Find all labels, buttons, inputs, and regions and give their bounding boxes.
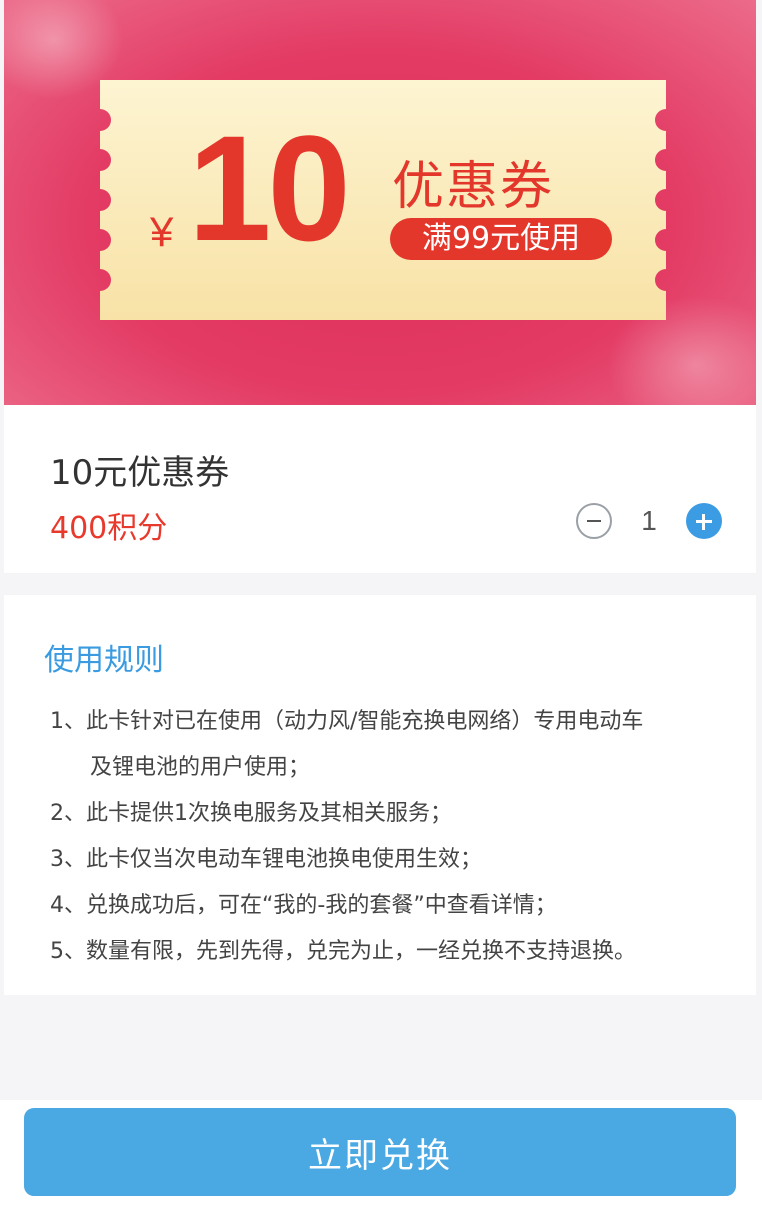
rule-text: 1、此卡针对已在使用（动力风/智能充换电网络）专用电动车 bbox=[50, 709, 644, 734]
product-name: 10元优惠券 bbox=[50, 453, 230, 493]
rule-text: 4、兑换成功后，可在“我的-我的套餐”中查看详情； bbox=[50, 893, 557, 918]
rules-title: 使用规则 bbox=[44, 643, 164, 678]
rule-item: 5、数量有限，先到先得，兑完为止，一经兑换不支持退换。 bbox=[50, 929, 730, 975]
minus-circle-icon[interactable] bbox=[576, 503, 612, 539]
redeem-button[interactable]: 立即兑换 bbox=[24, 1108, 736, 1196]
bottom-action-bar: 立即兑换 bbox=[0, 1100, 762, 1208]
rule-item: 2、此卡提供1次换电服务及其相关服务； bbox=[50, 791, 730, 837]
quantity-stepper: 1 bbox=[574, 501, 724, 541]
rules-list: 1、此卡针对已在使用（动力风/智能充换电网络）专用电动车 及锂电池的用户使用； … bbox=[50, 699, 730, 975]
rule-text: 3、此卡仅当次电动车锂电池换电使用生效； bbox=[50, 847, 482, 872]
coupon-condition-badge: 满99元使用 bbox=[390, 218, 612, 260]
rules-card: 使用规则 1、此卡针对已在使用（动力风/智能充换电网络）专用电动车 及锂电池的用… bbox=[4, 595, 756, 995]
coupon-title: 优惠券 bbox=[392, 157, 555, 217]
rule-text-continued: 及锂电池的用户使用； bbox=[90, 755, 311, 780]
coupon-amount: 10 bbox=[188, 104, 351, 272]
plus-circle-icon[interactable] bbox=[686, 503, 722, 539]
currency-symbol: ¥ bbox=[150, 208, 174, 255]
product-price: 400积分 bbox=[50, 511, 168, 546]
rule-item: 4、兑换成功后，可在“我的-我的套餐”中查看详情； bbox=[50, 883, 730, 929]
product-card: 10元优惠券 400积分 1 bbox=[4, 405, 756, 573]
quantity-value: 1 bbox=[641, 505, 657, 536]
rule-text: 5、数量有限，先到先得，兑完为止，一经兑换不支持退换。 bbox=[50, 939, 636, 964]
coupon-banner: ¥ 10 优惠券 满99元使用 bbox=[4, 0, 756, 405]
coupon-ticket: ¥ 10 优惠券 满99元使用 bbox=[100, 80, 666, 320]
rule-text: 2、此卡提供1次换电服务及其相关服务； bbox=[50, 801, 452, 826]
ticket-shape bbox=[100, 80, 666, 320]
rule-item: 1、此卡针对已在使用（动力风/智能充换电网络）专用电动车 及锂电池的用户使用； bbox=[50, 699, 730, 791]
rule-item: 3、此卡仅当次电动车锂电池换电使用生效； bbox=[50, 837, 730, 883]
